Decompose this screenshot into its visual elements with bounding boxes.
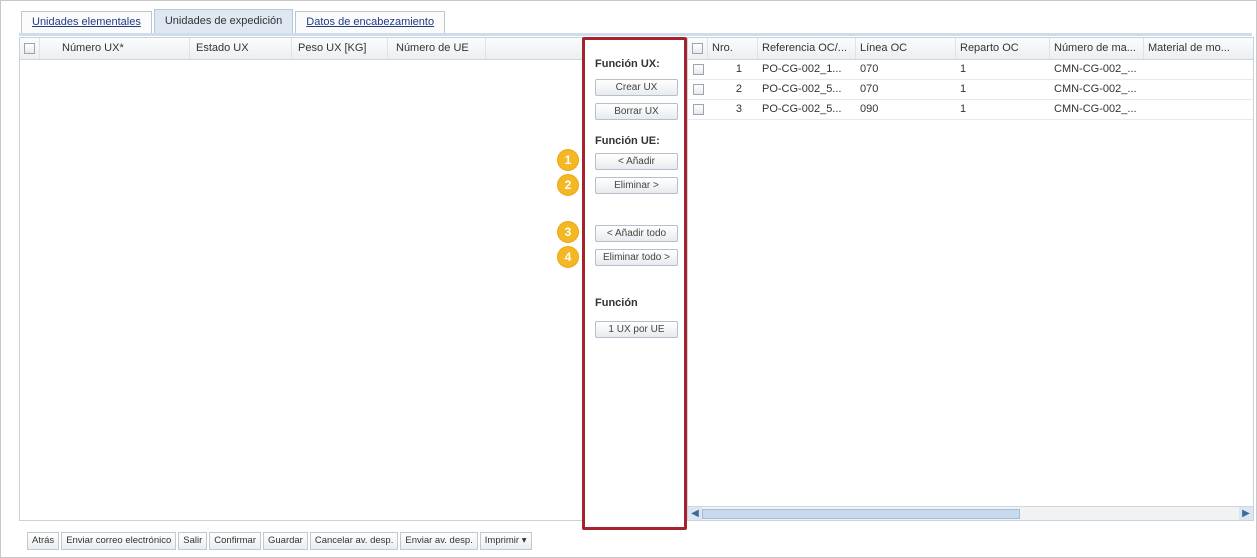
select-all-checkbox[interactable] xyxy=(692,42,703,54)
table-row[interactable]: 2 PO-CG-002_5... 070 1 CMN-CG-002_... xyxy=(688,80,1253,100)
grid-header: Número UX* Estado UX Peso UX [KG] Número… xyxy=(20,38,582,60)
ue-function-title: Función UE: xyxy=(595,135,660,147)
column-header-linea-oc[interactable]: Línea OC xyxy=(856,38,956,59)
cell-material xyxy=(1144,80,1253,99)
cell-nro: 2 xyxy=(735,83,742,95)
cell-numero-material: CMN-CG-002_... xyxy=(1054,103,1137,115)
print-label: Imprimir xyxy=(484,535,520,546)
cell-numero-material: CMN-CG-002_... xyxy=(1054,83,1137,95)
remove-button[interactable]: Eliminar > xyxy=(595,177,678,194)
send-email-button[interactable]: Enviar correo electrónico xyxy=(61,532,177,550)
function-panel: Función UX: Crear UX Borrar UX Función U… xyxy=(582,37,687,530)
row-checkbox[interactable] xyxy=(692,103,704,115)
confirm-button[interactable]: Confirmar xyxy=(209,532,261,550)
cancel-asn-button[interactable]: Cancelar av. desp. xyxy=(309,532,399,550)
chevron-down-icon: ▾ xyxy=(521,535,527,546)
cell-nro: 3 xyxy=(735,103,742,115)
save-button[interactable]: Guardar xyxy=(262,532,308,550)
handling-units-grid: Nro. Referencia OC/... Línea OC Reparto … xyxy=(687,37,1254,521)
table-row[interactable]: 3 PO-CG-002_5... 090 1 CMN-CG-002_... xyxy=(688,100,1253,120)
cell-numero-material: CMN-CG-002_... xyxy=(1054,63,1137,75)
row-checkbox[interactable] xyxy=(692,63,704,75)
step-badge-2: 2 xyxy=(558,175,578,195)
column-header-numero-material[interactable]: Número de ma... xyxy=(1050,38,1144,59)
scrollbar-thumb[interactable] xyxy=(702,509,1020,519)
tab-datos-encabezamiento[interactable]: Datos de encabezamiento xyxy=(295,11,446,33)
grid-header: Nro. Referencia OC/... Línea OC Reparto … xyxy=(688,38,1253,60)
create-ux-button[interactable]: Crear UX xyxy=(595,79,678,96)
delete-ux-button[interactable]: Borrar UX xyxy=(595,103,678,120)
scroll-right-icon[interactable]: ▶ xyxy=(1239,507,1253,520)
tab-bar: Unidades elementales Unidades de expedic… xyxy=(21,9,447,33)
select-all-cell xyxy=(20,38,40,59)
remove-all-button[interactable]: Eliminar todo > xyxy=(595,249,678,266)
shipping-units-screen: Unidades elementales Unidades de expedic… xyxy=(0,0,1257,558)
select-all-checkbox[interactable] xyxy=(24,42,35,54)
column-header-material-mo[interactable]: Material de mo... xyxy=(1144,38,1253,59)
send-asn-button[interactable]: Enviar av. desp. xyxy=(400,532,478,550)
row-checkbox-cell xyxy=(688,60,708,79)
column-header-filler xyxy=(486,38,582,59)
horizontal-scrollbar[interactable]: ◀ ▶ xyxy=(688,506,1253,520)
ux-per-ue-button[interactable]: 1 UX por UE xyxy=(595,321,678,338)
column-header-numero-ue[interactable]: Número de UE xyxy=(388,38,486,59)
step-badge-3: 3 xyxy=(558,222,578,242)
cell-referencia: PO-CG-002_1... xyxy=(762,63,842,75)
add-button[interactable]: < Añadir xyxy=(595,153,678,170)
row-checkbox-cell xyxy=(688,80,708,99)
column-header-numero-ux[interactable]: Número UX* xyxy=(40,38,190,59)
exit-button[interactable]: Salir xyxy=(178,532,208,550)
shipping-units-grid: Número UX* Estado UX Peso UX [KG] Número… xyxy=(19,37,583,521)
add-all-button[interactable]: < Añadir todo xyxy=(595,225,678,242)
cell-referencia: PO-CG-002_5... xyxy=(762,103,842,115)
column-header-peso-ux[interactable]: Peso UX [KG] xyxy=(292,38,388,59)
back-button[interactable]: Atrás xyxy=(27,532,60,550)
tab-underline xyxy=(19,33,1252,36)
row-checkbox[interactable] xyxy=(692,83,704,95)
column-header-estado-ux[interactable]: Estado UX xyxy=(190,38,292,59)
scroll-left-icon[interactable]: ◀ xyxy=(688,507,702,520)
ux-function-title: Función UX: xyxy=(595,58,660,70)
column-header-nro[interactable]: Nro. xyxy=(708,38,758,59)
cell-material xyxy=(1144,100,1253,119)
cell-linea: 070 xyxy=(860,83,879,95)
cell-linea: 090 xyxy=(860,103,879,115)
function-title: Función xyxy=(595,297,638,309)
cell-nro: 1 xyxy=(735,63,742,75)
step-badge-1: 1 xyxy=(558,150,578,170)
cell-reparto: 1 xyxy=(960,103,967,115)
table-row[interactable]: 1 PO-CG-002_1... 070 1 CMN-CG-002_... xyxy=(688,60,1253,80)
tab-unidades-elementales[interactable]: Unidades elementales xyxy=(21,11,152,33)
print-button[interactable]: Imprimir ▾ xyxy=(479,532,532,550)
cell-reparto: 1 xyxy=(960,83,967,95)
cell-reparto: 1 xyxy=(960,63,967,75)
cell-material xyxy=(1144,60,1253,79)
cell-referencia: PO-CG-002_5... xyxy=(762,83,842,95)
bottom-toolbar: Atrás Enviar correo electrónico Salir Co… xyxy=(27,532,534,550)
select-all-cell xyxy=(688,38,708,59)
tab-unidades-expedicion[interactable]: Unidades de expedición xyxy=(153,9,294,33)
column-header-referencia-oc[interactable]: Referencia OC/... xyxy=(758,38,856,59)
step-badge-4: 4 xyxy=(558,247,578,267)
cell-linea: 070 xyxy=(860,63,879,75)
row-checkbox-cell xyxy=(688,100,708,119)
column-header-reparto-oc[interactable]: Reparto OC xyxy=(956,38,1050,59)
